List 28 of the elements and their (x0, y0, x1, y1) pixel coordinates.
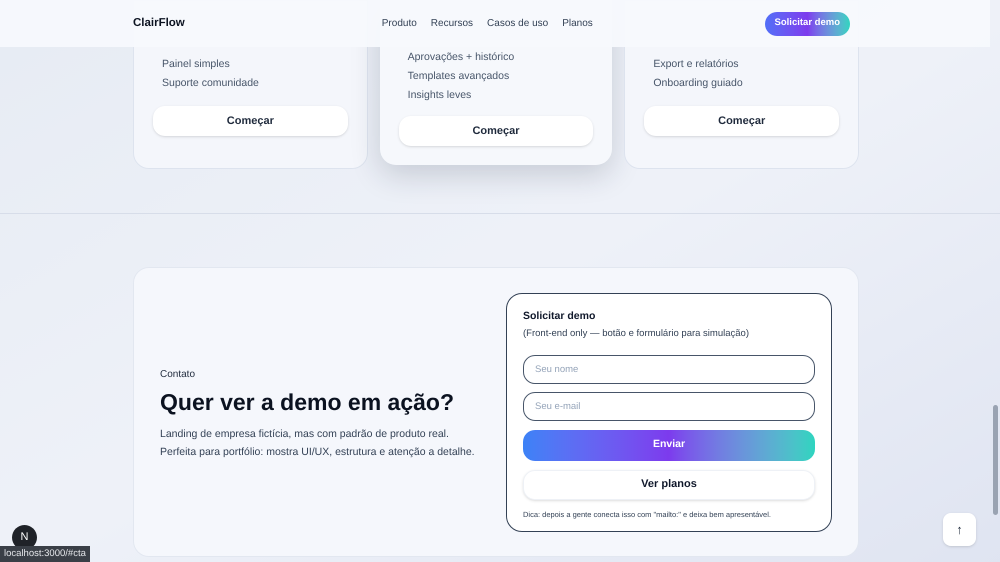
text-input-field[interactable]: Seu e-mail (523, 392, 815, 420)
section-description: Landing de empresa fictícia, mas com padrão de produto real. Perfeita para portfólio: mostra UI/UX, estrutura e atenção a detalhe. (160, 427, 476, 460)
section-eyebrow: Contato (160, 368, 196, 382)
nav-link[interactable]: Recursos (430, 16, 474, 31)
form-subtitle: (Front-end only — botão e formulário para simulação) (523, 327, 750, 342)
scrollbar[interactable] (993, 405, 998, 515)
start-button[interactable]: Começar (398, 116, 594, 146)
form-title: Solicitar demo (523, 308, 596, 324)
feature-text: Onboarding guiado (652, 76, 744, 91)
demo-button[interactable]: Solicitar demo (764, 12, 850, 36)
text-input-field[interactable]: Seu nome (523, 354, 815, 384)
submit-button[interactable]: Enviar (523, 430, 815, 460)
plans-button[interactable]: Ver planos (523, 470, 815, 500)
feature-text: Painel simples (161, 57, 231, 72)
feature-text: Insights leves (406, 88, 472, 103)
feature-text: Aprovações + histórico (406, 50, 516, 65)
start-button[interactable]: Começar (644, 106, 840, 136)
feature-text: Templates avançados (406, 69, 510, 84)
nav-link[interactable]: Casos de uso (487, 16, 548, 31)
start-button[interactable]: Começar (153, 106, 348, 136)
back-to-top-button[interactable]: ↑ (943, 513, 976, 546)
section-title: Quer ver a demo em ação? (160, 388, 456, 416)
nav-link[interactable]: Produto (382, 16, 417, 31)
logo[interactable]: ClairFlow (133, 14, 185, 32)
feature-text: Suporte comunidade (161, 76, 260, 91)
nav-link[interactable]: Planos (562, 16, 593, 31)
feature-text: Export e relatórios (652, 57, 740, 72)
status-bar: localhost:3000/#cta (0, 546, 90, 562)
